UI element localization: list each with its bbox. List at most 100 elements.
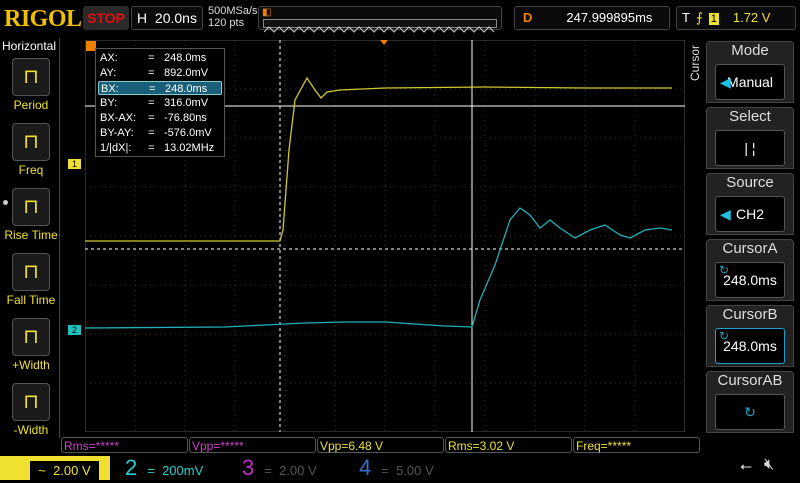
readout-eq: = xyxy=(148,127,155,139)
readout-key: BY: xyxy=(100,97,118,109)
usb-icon: ⭠ xyxy=(740,458,753,475)
readout-value: -76.80ns xyxy=(164,112,207,124)
readout-value: 892.0mV xyxy=(164,67,209,79)
cursor-readout: AX: = 248.0ms AY: = 892.0mV BX: = 248.0ms BY: = 316… xyxy=(95,48,225,157)
channel-scale: 2.00 V xyxy=(53,463,91,478)
menu-label: Select xyxy=(729,108,771,125)
channel-number: 4 xyxy=(359,455,372,480)
run-stop-status[interactable]: STOP xyxy=(83,6,129,30)
ch2-offset-marker[interactable]: 2 xyxy=(68,325,82,335)
measure-label: Period xyxy=(13,98,49,112)
menu-value-box[interactable]: ↻ xyxy=(715,394,785,430)
page-dot xyxy=(3,200,8,205)
menu-select[interactable]: Select | ¦ xyxy=(706,107,794,169)
menu-label: CursorA xyxy=(722,240,778,257)
menu-value-box[interactable]: | ¦ xyxy=(715,130,785,166)
channel-scale: 5.00 V xyxy=(396,463,434,478)
menu-label: CursorB xyxy=(722,306,778,323)
readout-key: BX-AX: xyxy=(100,112,137,124)
measure-label: Fall Time xyxy=(6,293,56,307)
menu-label: Mode xyxy=(731,42,769,59)
channel-1-box[interactable]: 1 ~ 2.00 V xyxy=(0,456,110,480)
freq-button[interactable]: ⊓ xyxy=(12,123,50,161)
menu-mode[interactable]: Mode ◀ Manual xyxy=(706,41,794,103)
coupling-icon: = xyxy=(381,463,389,478)
measurement-item[interactable]: Rms=***** xyxy=(61,437,188,453)
memory-overview: ◧ xyxy=(258,6,502,33)
menu-value-box[interactable]: ◀ Manual xyxy=(715,64,785,100)
menu-value-box[interactable]: ↻ 248.0ms xyxy=(715,262,785,298)
channel-2-box[interactable]: 2 = 200mV xyxy=(117,456,227,480)
rise-time-button[interactable]: ⊓ xyxy=(12,188,50,226)
delay-label: D xyxy=(523,10,533,25)
measure-label: Freq xyxy=(18,163,44,177)
-width-button[interactable]: ⊓ xyxy=(12,383,50,421)
trigger-channel: 1 xyxy=(708,13,719,25)
channel-4-box[interactable]: 4 = 5.00 V xyxy=(351,456,461,480)
delay-box[interactable]: D 247.999895ms xyxy=(514,6,670,30)
readout-key: AX: xyxy=(100,52,118,64)
knob-icon: ↻ xyxy=(719,329,730,343)
menu-source[interactable]: Source ◀ CH2 xyxy=(706,173,794,235)
rigol-logo: RIGOL xyxy=(4,6,82,32)
trigger-position-marker xyxy=(380,40,388,45)
mute-icon[interactable]: 🔇︎ xyxy=(764,456,774,474)
menu-cursorb[interactable]: CursorB ↻ 248.0ms xyxy=(706,305,794,367)
readout-row: AY: = 892.0mV xyxy=(98,66,222,80)
measurement-item[interactable]: Vpp=***** xyxy=(189,437,316,453)
freq-icon: ⊓ xyxy=(23,131,39,153)
readout-eq: = xyxy=(148,52,155,64)
trigger-box[interactable]: T ⨍ 1 1.72 V xyxy=(676,6,796,30)
readout-row: AX: = 248.0ms xyxy=(98,51,222,65)
readout-key: 1/|dX|: xyxy=(100,142,132,154)
readout-eq: = xyxy=(148,142,155,154)
rise-time-icon: ⊓ xyxy=(23,196,39,218)
coupling-icon: = xyxy=(147,463,155,478)
channel-scale: 2.00 V xyxy=(279,463,317,478)
-width-button[interactable]: ⊓ xyxy=(12,318,50,356)
memory-points: 120 pts xyxy=(208,17,245,29)
readout-row: BX: = 248.0ms xyxy=(98,81,222,95)
measure-label: -Width xyxy=(13,423,49,437)
readout-eq: = xyxy=(148,67,155,79)
measurement-item[interactable]: Rms=3.02 V xyxy=(445,437,572,453)
menu-value-box[interactable]: ↻ 248.0ms xyxy=(715,328,785,364)
ch1-offset-marker[interactable]: 1 xyxy=(68,159,82,169)
period-button[interactable]: ⊓ xyxy=(12,58,50,96)
measure-label: Rise Time xyxy=(4,228,58,242)
timebase-box[interactable]: H 20.0ns xyxy=(131,6,203,30)
readout-row: BX-AX: = -76.80ns xyxy=(98,111,222,125)
measurement-item[interactable]: Vpp=6.48 V xyxy=(317,437,444,453)
readout-value: 248.0ms xyxy=(165,83,208,95)
menu-cursora[interactable]: CursorA ↻ 248.0ms xyxy=(706,239,794,301)
positive-width-icon: ⊓ xyxy=(23,326,39,348)
readout-key: AY: xyxy=(100,67,117,79)
menu-value: 248.0ms xyxy=(723,272,777,288)
cursor-ab-marker: ↔ xyxy=(275,429,285,432)
panel-title: Horizontal xyxy=(2,39,57,53)
measurement-item[interactable]: Freq=***** xyxy=(573,437,700,453)
trigger-label: T xyxy=(682,10,690,25)
channel-3-box[interactable]: 3 = 2.00 V xyxy=(234,456,344,480)
h-label: H xyxy=(137,10,148,26)
coupling-icon: ~ xyxy=(38,463,46,478)
channel-scale: 200mV xyxy=(162,463,204,478)
menu-value: CH2 xyxy=(735,206,764,222)
left-arrow-icon: ◀ xyxy=(720,74,731,90)
menu-value-box[interactable]: ◀ CH2 xyxy=(715,196,785,232)
rising-edge-icon: ⨍ xyxy=(695,10,703,25)
channel-number: 2 xyxy=(125,455,138,480)
readout-eq: = xyxy=(148,97,155,109)
readout-row: 1/|dX|: = 13.02MHz xyxy=(98,141,222,155)
readout-value: 248.0ms xyxy=(164,52,207,64)
sample-rate: 500MSa/s xyxy=(208,5,258,17)
readout-key: BY-AY: xyxy=(100,127,134,139)
channel-number: 1 xyxy=(8,455,21,480)
menu-value: Manual xyxy=(727,74,773,90)
fall-time-button[interactable]: ⊓ xyxy=(12,253,50,291)
readout-value: 13.02MHz xyxy=(164,142,215,154)
menu-title: Cursor xyxy=(688,45,702,82)
measure-panel: Horizontal ⊓ Period ⊓ Freq ⊓ Rise Time ⊓ Fall T… xyxy=(0,38,60,438)
channel-number: 3 xyxy=(242,455,255,480)
menu-cursorab[interactable]: CursorAB ↻ xyxy=(706,371,794,433)
